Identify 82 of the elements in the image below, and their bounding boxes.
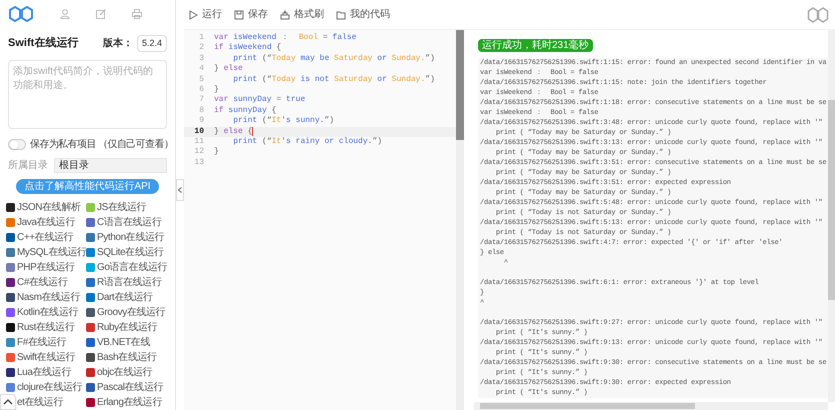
- language-link[interactable]: PHP在线运行: [6, 260, 84, 275]
- line-number: 6: [198, 84, 205, 96]
- line-number: 5: [198, 74, 205, 85]
- description-field[interactable]: 添加swift代码简介，说明代码的功能和用途。: [8, 60, 167, 129]
- user-icon[interactable]: [60, 9, 70, 20]
- language-link[interactable]: C++在线运行: [6, 230, 84, 245]
- language-link[interactable]: Dart在线运行: [86, 290, 174, 305]
- folder-button[interactable]: 我的代码: [336, 7, 390, 22]
- line-number: 4: [198, 64, 205, 75]
- language-link[interactable]: Lua在线运行: [6, 365, 84, 380]
- folder-icon: [336, 10, 346, 20]
- directory-label: 所属目录: [8, 158, 48, 173]
- printer-icon[interactable]: [132, 9, 142, 20]
- language-link[interactable]: SQLite在线运行: [86, 245, 174, 260]
- language-link[interactable]: R语言在线运行: [86, 275, 174, 290]
- code-line: print (“Today may be Saturday or Sunday.”): [232, 54, 435, 64]
- language-link[interactable]: et在线运行: [17, 395, 84, 410]
- logo-icon[interactable]: [8, 6, 34, 22]
- language-link[interactable]: Java在线运行: [6, 215, 84, 230]
- private-label: 保存为私有项目 （仅自己可查看）: [30, 138, 174, 152]
- save-icon: [234, 10, 244, 20]
- code-line: }: [213, 147, 219, 158]
- line-number: 11: [193, 136, 205, 148]
- line-number: 13: [193, 158, 205, 168]
- language-link[interactable]: Ruby在线运行: [86, 320, 174, 335]
- code-line: } else: [213, 64, 243, 75]
- code-line: if sunnyDay {: [213, 106, 276, 116]
- code-line: }: [213, 84, 219, 96]
- language-link[interactable]: Kotlin在线运行: [6, 305, 84, 320]
- collapse-handle[interactable]: [176, 179, 184, 201]
- language-link[interactable]: VB.NET在线: [86, 335, 174, 350]
- language-link[interactable]: JS在线运行: [86, 200, 174, 215]
- language-link[interactable]: C语言在线运行: [86, 215, 174, 230]
- line-number: 9: [198, 116, 205, 127]
- code-line: if isWeekend {: [213, 43, 282, 54]
- line-number: 3: [198, 54, 205, 64]
- line-number: 12: [193, 147, 205, 158]
- language-link[interactable]: Swift在线运行: [6, 350, 84, 365]
- language-link[interactable]: F#在线运行: [6, 335, 84, 350]
- language-link[interactable]: Groovy在线运行: [86, 305, 174, 320]
- format-button[interactable]: 格式刷: [280, 7, 324, 22]
- code-line: print (“It's rainy or cloudy.”): [232, 136, 382, 148]
- private-toggle[interactable]: [8, 139, 26, 150]
- brush-icon: [280, 10, 290, 20]
- editor-scrollbar[interactable]: [456, 30, 464, 410]
- line-number: 1: [198, 33, 205, 44]
- language-link[interactable]: Bash在线运行: [86, 350, 174, 365]
- code-line: var sunnyDay = true: [213, 95, 306, 106]
- logo-icon: [807, 6, 829, 22]
- play-icon: [188, 10, 198, 20]
- line-number: 7: [198, 95, 205, 106]
- language-link[interactable]: Rust在线运行: [6, 320, 84, 335]
- code-line: var isWeekend ： Bool = false: [213, 33, 356, 43]
- language-link[interactable]: MySQL在线运行: [6, 245, 84, 260]
- language-link[interactable]: Go语言在线运行: [86, 260, 174, 275]
- caret-icon: [3, 399, 13, 405]
- directory-field[interactable]: 根目录: [54, 158, 167, 173]
- run-status-badge: 运行成功，耗时231毫秒: [478, 39, 593, 52]
- run-button[interactable]: 运行: [188, 7, 222, 22]
- horizontal-scrollbar[interactable]: [474, 402, 828, 410]
- version-label: 版本：: [102, 36, 133, 51]
- language-link[interactable]: JSON在线解析: [6, 200, 84, 215]
- line-number: 8: [198, 106, 205, 116]
- version-field[interactable]: 5.2.4: [136, 34, 167, 52]
- language-link[interactable]: Pascal在线运行: [86, 380, 174, 395]
- line-number: 2: [198, 43, 205, 54]
- page-title: Swift在线运行: [8, 36, 78, 52]
- edit-icon[interactable]: [96, 9, 106, 20]
- language-link[interactable]: Nasm在线运行: [6, 290, 84, 305]
- save-button[interactable]: 保存: [234, 7, 268, 22]
- back-to-top-button[interactable]: [0, 394, 16, 410]
- code-line: } else {: [213, 126, 254, 137]
- text-cursor: [252, 127, 254, 136]
- language-link[interactable]: objc在线运行: [86, 365, 174, 380]
- language-link[interactable]: C#在线运行: [6, 275, 84, 290]
- language-link[interactable]: Python在线运行: [86, 230, 174, 245]
- output-scrollbar[interactable]: [828, 30, 835, 402]
- line-number: 10: [193, 126, 205, 137]
- code-line: print (“Today is not Saturday or Sunday.”): [232, 74, 435, 85]
- code-line: print (“It's sunny.”): [232, 116, 334, 127]
- language-link[interactable]: Erlang在线运行: [86, 395, 174, 410]
- language-link[interactable]: clojure在线运行: [6, 380, 84, 395]
